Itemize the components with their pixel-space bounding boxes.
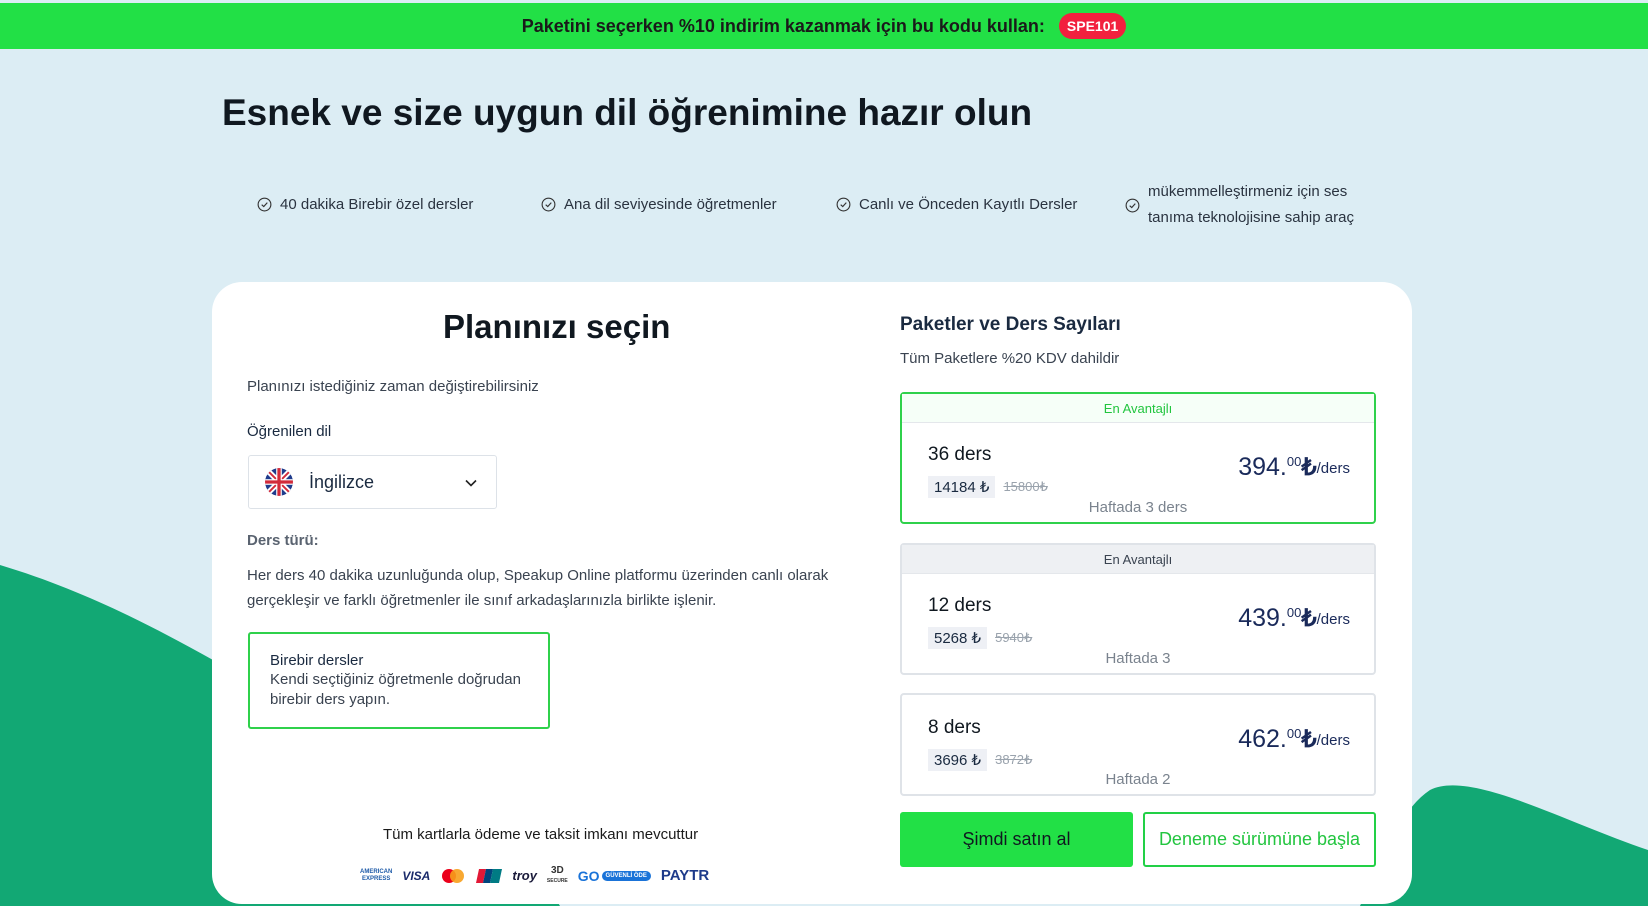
unit-price-int: 462. (1238, 725, 1287, 753)
language-value: İngilizce (309, 471, 375, 492)
unit-price-per: /ders (1316, 611, 1350, 628)
package-price-now: 3696 ₺ (928, 749, 988, 771)
3d-secure-line2: SECURE (546, 878, 568, 884)
package-price-row: 5268 ₺ 5940₺ (928, 627, 1032, 649)
check-circle-icon (836, 197, 851, 212)
promo-text: Paketini seçerken %10 indirim kazanmak i… (521, 15, 1045, 36)
package-ribbon: En Avantajlı (902, 545, 1374, 574)
package-lesson-count: 8 ders (928, 717, 981, 738)
feature-label-line2: tanıma teknolojisine sahip araç (1148, 209, 1354, 226)
feature-item-3: Canlı ve Önceden Kayıtlı Dersler (836, 196, 1077, 213)
package-price-old: 15800₺ (1003, 479, 1048, 494)
payment-logos: AMERICAN EXPRESS VISA troy 3D SECURE GO GÜ… (360, 866, 709, 885)
feature-label: Canlı ve Önceden Kayıtlı Dersler (859, 196, 1078, 213)
package-price-row: 14184 ₺ 15800₺ (928, 476, 1048, 498)
package-option-8[interactable]: 8 ders 3696 ₺ 3872₺ 462. 00 ₺ /ders Haft… (900, 693, 1376, 796)
unit-price-dec: 00 (1286, 605, 1302, 620)
feature-item-2: Ana dil seviyesinde öğretmenler (541, 196, 777, 213)
plan-title: Planınızı seçin (443, 308, 671, 345)
package-price-old: 3872₺ (995, 752, 1033, 767)
check-circle-icon (541, 197, 556, 212)
3d-secure-logo-icon: 3D SECURE (547, 866, 568, 885)
start-trial-button[interactable]: Deneme sürümüne başla (1143, 812, 1376, 867)
unit-price-int: 394. (1238, 453, 1287, 481)
amex-logo-line2: EXPRESS (361, 875, 391, 882)
package-price-now: 5268 ₺ (928, 627, 988, 649)
lesson-option-description: Kendi seçtiğiniz öğretmenle doğrudan bir… (270, 671, 521, 708)
package-frequency: Haftada 2 (1105, 771, 1171, 788)
lesson-type-label: Ders türü: (247, 532, 319, 549)
package-price-row: 3696 ₺ 3872₺ (928, 749, 1032, 771)
package-price-now: 14184 ₺ (928, 476, 996, 498)
packages-title: Paketler ve Ders Sayıları (900, 314, 1121, 335)
promo-bar: Paketini seçerken %10 indirim kazanmak i… (0, 3, 1648, 49)
package-lesson-count: 36 ders (928, 444, 992, 465)
language-select[interactable]: İngilizce (248, 455, 497, 509)
mastercard-logo-icon (442, 868, 465, 883)
hero-title: Esnek ve size uygun dil öğrenimine hazır… (222, 92, 1033, 133)
check-circle-icon (257, 197, 272, 212)
lesson-type-description: Her ders 40 dakika uzunluğunda olup, Spe… (247, 567, 829, 609)
package-unit-price: 394. 00 ₺ /ders (1238, 453, 1350, 482)
package-lesson-count: 12 ders (928, 595, 992, 616)
uk-flag-icon (265, 468, 293, 496)
chevron-down-icon (465, 479, 477, 487)
package-unit-price: 462. 00 ₺ /ders (1238, 725, 1350, 754)
lesson-option-title: Birebir dersler (270, 652, 364, 669)
paytr-logo-icon: PAYTR (660, 867, 710, 884)
check-circle-icon (1125, 198, 1140, 212)
unit-price-int: 439. (1238, 604, 1287, 632)
unit-price-per: /ders (1316, 460, 1350, 477)
visa-logo-icon: VISA (402, 868, 431, 883)
troy-logo-icon: troy (512, 868, 537, 883)
currency-symbol: ₺ (1301, 726, 1317, 753)
amex-logo-line1: AMERICAN (360, 868, 393, 875)
packages-subtitle: Tüm Paketlere %20 KDV dahildir (900, 350, 1120, 367)
go-logo-text: GO (577, 867, 600, 884)
3d-secure-line1: 3D (550, 865, 564, 876)
package-unit-price: 439. 00 ₺ /ders (1238, 604, 1350, 633)
go-secure-logo-icon: GO GÜVENLİ ÖDE (578, 868, 651, 884)
unit-price-dec: 00 (1286, 726, 1302, 741)
language-label: Öğrenilen dil (247, 423, 332, 440)
currency-symbol: ₺ (1301, 454, 1317, 481)
lesson-option-private[interactable]: Birebir dersler Kendi seçtiğiniz öğretme… (248, 632, 550, 729)
unit-price-per: /ders (1316, 732, 1350, 749)
feature-label: 40 dakika Birebir özel dersler (280, 196, 474, 213)
currency-symbol: ₺ (1301, 605, 1317, 632)
package-frequency: Haftada 3 ders (1088, 499, 1188, 516)
feature-item-1: 40 dakika Birebir özel dersler (257, 196, 473, 213)
package-option-12[interactable]: En Avantajlı 12 ders 5268 ₺ 5940₺ 439. 0… (900, 543, 1376, 675)
unit-price-dec: 00 (1286, 454, 1302, 469)
amex-logo-icon: AMERICAN EXPRESS (360, 869, 392, 883)
package-ribbon: En Avantajlı (902, 394, 1374, 423)
package-frequency: Haftada 3 (1105, 650, 1171, 667)
promo-code-badge[interactable]: SPE101 (1058, 13, 1127, 39)
buy-now-button[interactable]: Şimdi satın al (900, 812, 1133, 867)
package-option-36[interactable]: En Avantajlı 36 ders 14184 ₺ 15800₺ 394.… (900, 392, 1376, 524)
package-price-old: 5940₺ (995, 630, 1033, 645)
feature-item-4: mükemmelleştirmeniz için ses tanıma tekn… (1125, 179, 1354, 231)
go-logo-badge: GÜVENLİ ÖDE (601, 870, 651, 881)
payment-info-text: Tüm kartlarla ödeme ve taksit imkanı mev… (383, 826, 699, 843)
feature-label: mükemmelleştirmeniz için ses tanıma tekn… (1148, 179, 1354, 231)
feature-label: Ana dil seviyesinde öğretmenler (564, 196, 777, 213)
plan-subtitle: Planınızı istediğiniz zaman değiştirebil… (247, 378, 539, 395)
feature-label-line1: mükemmelleştirmeniz için ses (1148, 183, 1348, 200)
unionpay-logo-icon (476, 868, 503, 883)
